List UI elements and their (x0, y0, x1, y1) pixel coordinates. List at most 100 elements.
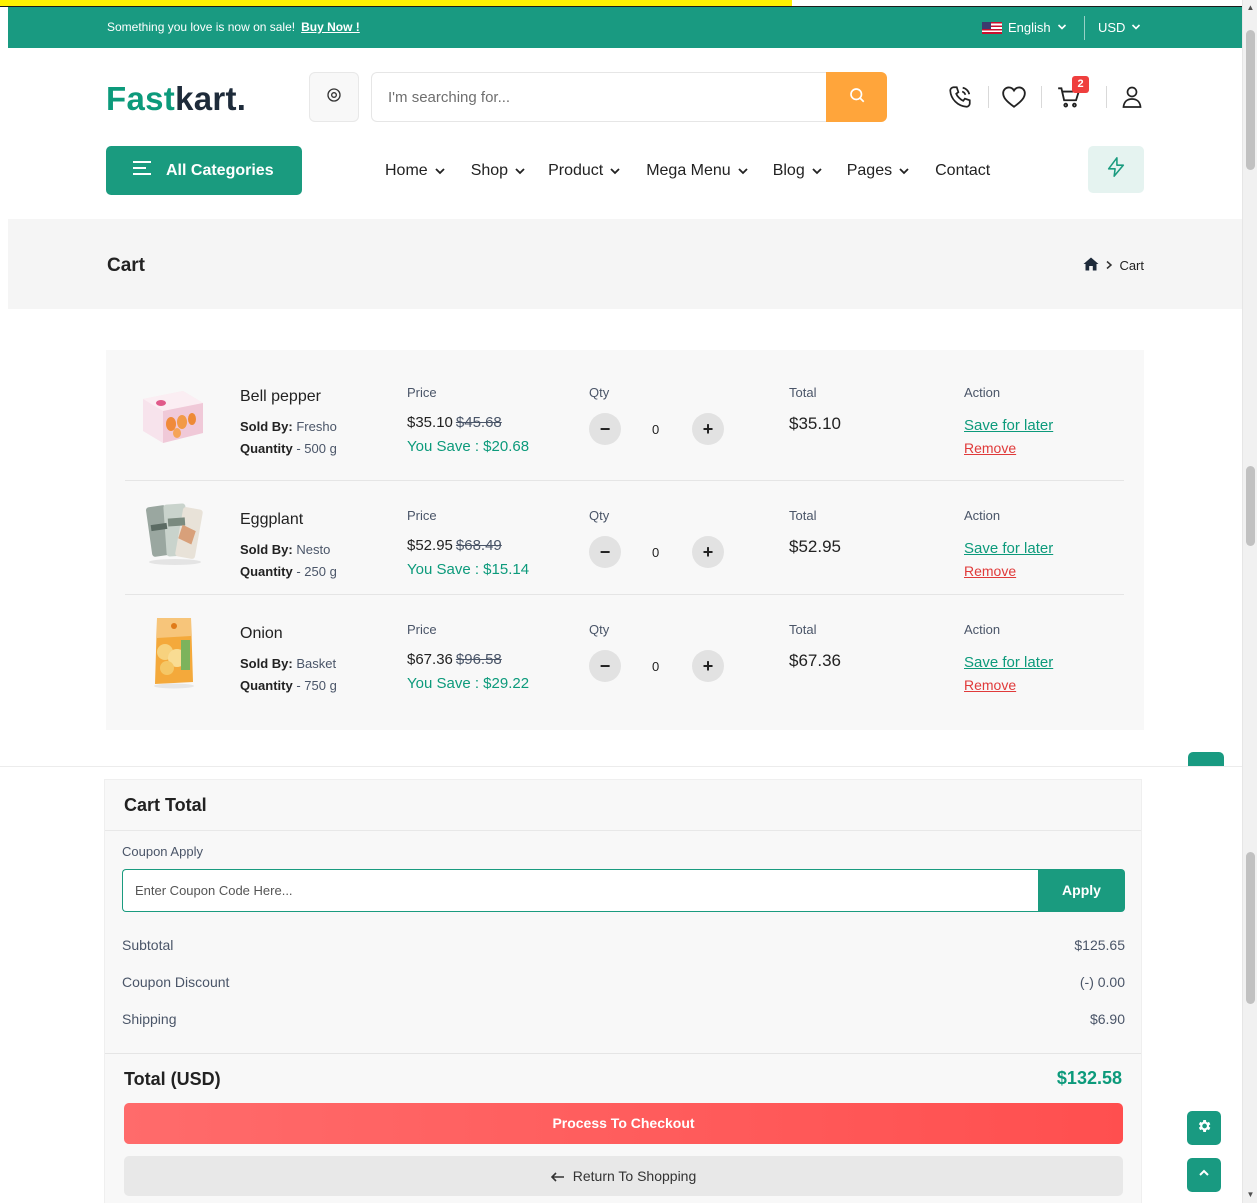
page-scrollbar[interactable]: ▲ ▼ (1242, 0, 1257, 1203)
checkout-button[interactable]: Process To Checkout (124, 1103, 1123, 1144)
cart-count-badge: 2 (1072, 76, 1089, 93)
header-separator (1106, 86, 1107, 108)
coupon-discount-value: (-) 0.00 (1079, 974, 1125, 990)
product-name[interactable]: Eggplant (240, 511, 303, 529)
product-name[interactable]: Onion (240, 625, 283, 643)
coupon-label: Coupon Apply (122, 844, 203, 859)
price-current: $52.95 (407, 537, 453, 554)
language-select[interactable]: English (982, 20, 1067, 35)
product-image[interactable] (135, 496, 213, 574)
notice-text: Something you love is now on sale! Buy No… (107, 20, 360, 34)
seller-name: Nesto (296, 542, 331, 557)
qty-value[interactable]: 0 (652, 545, 659, 560)
nav-item-pages[interactable]: Pages (847, 162, 910, 180)
all-categories-button[interactable]: All Categories (106, 146, 302, 195)
search-button[interactable] (826, 72, 887, 122)
row-total: $67.36 (789, 651, 841, 670)
scrollbar-thumb-secondary[interactable] (1246, 466, 1255, 546)
qty-minus-button[interactable]: − (589, 650, 621, 682)
price-original: $45.68 (455, 414, 502, 431)
settings-button-peek[interactable] (1188, 752, 1224, 767)
apply-coupon-button[interactable]: Apply (1038, 869, 1125, 912)
qty-plus-button[interactable]: + (692, 650, 724, 682)
scroll-up-arrow-icon[interactable]: ▲ (1246, 3, 1255, 12)
nav-label: Shop (470, 162, 509, 179)
scrollbar-thumb[interactable] (1246, 30, 1255, 170)
qty-minus-button[interactable]: − (589, 536, 621, 568)
user-icon[interactable] (1118, 83, 1146, 111)
scroll-down-arrow-icon[interactable]: ▼ (1246, 1190, 1255, 1199)
chevron-up-icon (1197, 1166, 1211, 1185)
product-image[interactable] (135, 377, 213, 455)
remove-link[interactable]: Remove (964, 677, 1016, 693)
flash-deals-button[interactable] (1088, 146, 1144, 193)
cart-total-divider (105, 830, 1141, 831)
save-for-later-link[interactable]: Save for later (964, 417, 1053, 434)
scroll-top-button[interactable] (1187, 1158, 1221, 1192)
product-seller: Sold By: Basket (240, 656, 336, 671)
location-button[interactable] (309, 72, 359, 122)
product-quantity: Quantity - 500 g (240, 441, 337, 456)
total-label: Total (789, 385, 817, 400)
coupon-input[interactable] (122, 869, 1040, 912)
nav-item-mega-menu[interactable]: Mega Menu (646, 162, 749, 180)
quantity-label: Quantity (240, 678, 293, 693)
save-for-later-link[interactable]: Save for later (964, 540, 1053, 557)
qty-value[interactable]: 0 (652, 422, 659, 437)
buy-now-link[interactable]: Buy Now ! (301, 20, 360, 34)
remove-link[interactable]: Remove (964, 563, 1016, 579)
product-price: $52.95 $68.49 (407, 537, 502, 554)
arrow-left-icon (550, 1157, 565, 1197)
zap-icon (1105, 156, 1127, 183)
remove-link[interactable]: Remove (964, 440, 1016, 456)
qty-label: Qty (589, 385, 610, 400)
return-to-shopping-button[interactable]: Return To Shopping (124, 1156, 1123, 1196)
qty-value[interactable]: 0 (652, 659, 659, 674)
qty-plus-button[interactable]: + (692, 536, 724, 568)
header-separator (988, 86, 989, 108)
sold-by-label: Sold By: (240, 656, 293, 671)
sold-by-label: Sold By: (240, 419, 293, 434)
nav-item-home[interactable]: Home (385, 162, 446, 180)
nav-item-blog[interactable]: Blog (773, 162, 823, 180)
nav-item-shop[interactable]: Shop (471, 162, 526, 180)
coupon-discount-label: Coupon Discount (122, 974, 230, 990)
currency-select[interactable]: USD (1098, 20, 1141, 35)
quantity-value: 750 g (304, 678, 337, 693)
coupon-discount-row: Coupon Discount (-) 0.00 (122, 974, 1125, 990)
action-label: Action (964, 622, 1001, 637)
product-seller: Sold By: Fresho (240, 419, 337, 434)
settings-button[interactable] (1187, 1111, 1221, 1145)
topbar-divider (1084, 16, 1085, 40)
nav-item-product[interactable]: Product (548, 162, 621, 180)
chevron-down-icon (610, 168, 620, 175)
site-logo[interactable]: Fastkart. (106, 80, 246, 118)
product-name[interactable]: Bell pepper (240, 388, 321, 406)
quantity-label: Quantity (240, 564, 293, 579)
subtotal-row: Subtotal $125.65 (122, 937, 1125, 953)
qty-minus-button[interactable]: − (589, 413, 621, 445)
phone-icon[interactable] (946, 83, 974, 111)
search-input[interactable] (371, 72, 827, 122)
gear-icon (1196, 1118, 1212, 1139)
chevron-down-icon (435, 168, 445, 175)
action-label: Action (964, 508, 1001, 523)
cart-total-divider (105, 1053, 1141, 1054)
heart-icon[interactable] (1000, 83, 1028, 111)
home-icon[interactable] (1083, 257, 1099, 274)
breadcrumb-section: Cart Cart (8, 219, 1242, 309)
price-label: Price (407, 622, 437, 637)
product-quantity: Quantity - 750 g (240, 678, 337, 693)
price-current: $35.10 (407, 414, 453, 431)
scrollbar-thumb-lower[interactable] (1246, 852, 1255, 1004)
nav-label: Blog (772, 162, 805, 179)
qty-plus-button[interactable]: + (692, 413, 724, 445)
nav-label: Product (548, 162, 604, 179)
nav-item-contact[interactable]: Contact (935, 162, 990, 180)
sold-by-label: Sold By: (240, 542, 293, 557)
product-image[interactable] (135, 612, 213, 690)
save-for-later-link[interactable]: Save for later (964, 654, 1053, 671)
breadcrumb: Cart (1083, 257, 1144, 274)
nav-label: Pages (846, 162, 893, 179)
price-label: Price (407, 385, 437, 400)
